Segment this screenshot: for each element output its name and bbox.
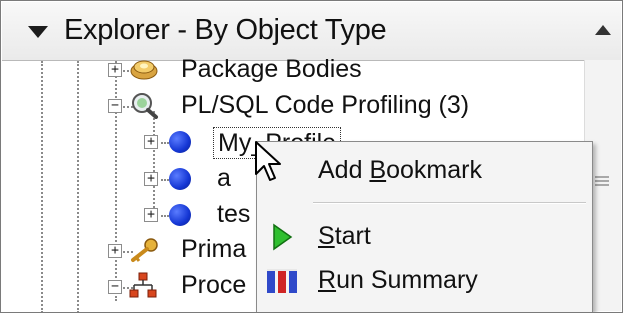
play-icon [273, 223, 293, 251]
key-icon [131, 238, 158, 262]
expand-icon[interactable]: + [144, 208, 158, 222]
tree-item-label: Proce [181, 271, 247, 299]
tree-branch-line [161, 215, 169, 217]
collapse-icon[interactable]: − [108, 99, 122, 113]
mouse-pointer-icon [255, 141, 281, 181]
expand-icon[interactable]: + [108, 63, 122, 77]
expand-icon[interactable]: + [144, 172, 158, 186]
package-bodies-icon [130, 60, 158, 80]
menu-item-label: Run Summary [318, 266, 478, 294]
expand-icon[interactable]: + [144, 135, 158, 149]
tree-item-label: a [217, 164, 231, 192]
explorer-title: Explorer - By Object Type [64, 14, 387, 46]
procedure-icon [129, 272, 157, 298]
profile-dot-icon [169, 168, 191, 190]
collapse-triangle-icon[interactable] [28, 26, 48, 38]
menu-item-run-summary[interactable]: Run Summary [257, 259, 592, 303]
menu-item-label: Start [318, 222, 371, 250]
menu-item-start[interactable]: Start [257, 215, 592, 259]
context-menu: Add Bookmark Start Run Summary [256, 141, 593, 312]
explorer-window: Explorer - By Object Type + Package Bodi… [0, 0, 623, 313]
profile-dot-icon [169, 204, 191, 226]
menu-item-label: Add Bookmark [318, 156, 482, 184]
tree-item-label: PL/SQL Code Profiling (3) [181, 91, 470, 119]
tree-guide-line [41, 61, 43, 312]
tree-branch-line [161, 142, 169, 144]
collapse-icon[interactable]: − [108, 280, 122, 294]
profile-dot-icon [169, 131, 191, 153]
tree-guide-line [77, 61, 79, 312]
explorer-header[interactable]: Explorer - By Object Type [2, 2, 621, 61]
menu-separator [313, 202, 586, 204]
expand-icon[interactable]: + [108, 244, 122, 258]
tree-item-label: Package Bodies [181, 55, 362, 83]
scroll-up-button[interactable] [585, 3, 621, 57]
tree-item-label: tes [217, 200, 251, 228]
tree-guide-line [115, 61, 117, 301]
tree-branch-line [161, 179, 169, 181]
magnifier-icon [132, 93, 158, 119]
scrollbar-grip-icon[interactable] [595, 176, 609, 190]
chevron-up-icon [595, 25, 611, 35]
menu-item-add-bookmark[interactable]: Add Bookmark [257, 149, 592, 193]
tree-item-label: Prima [181, 235, 247, 263]
tree-guide-line [153, 111, 155, 219]
bar-chart-icon [267, 269, 297, 293]
